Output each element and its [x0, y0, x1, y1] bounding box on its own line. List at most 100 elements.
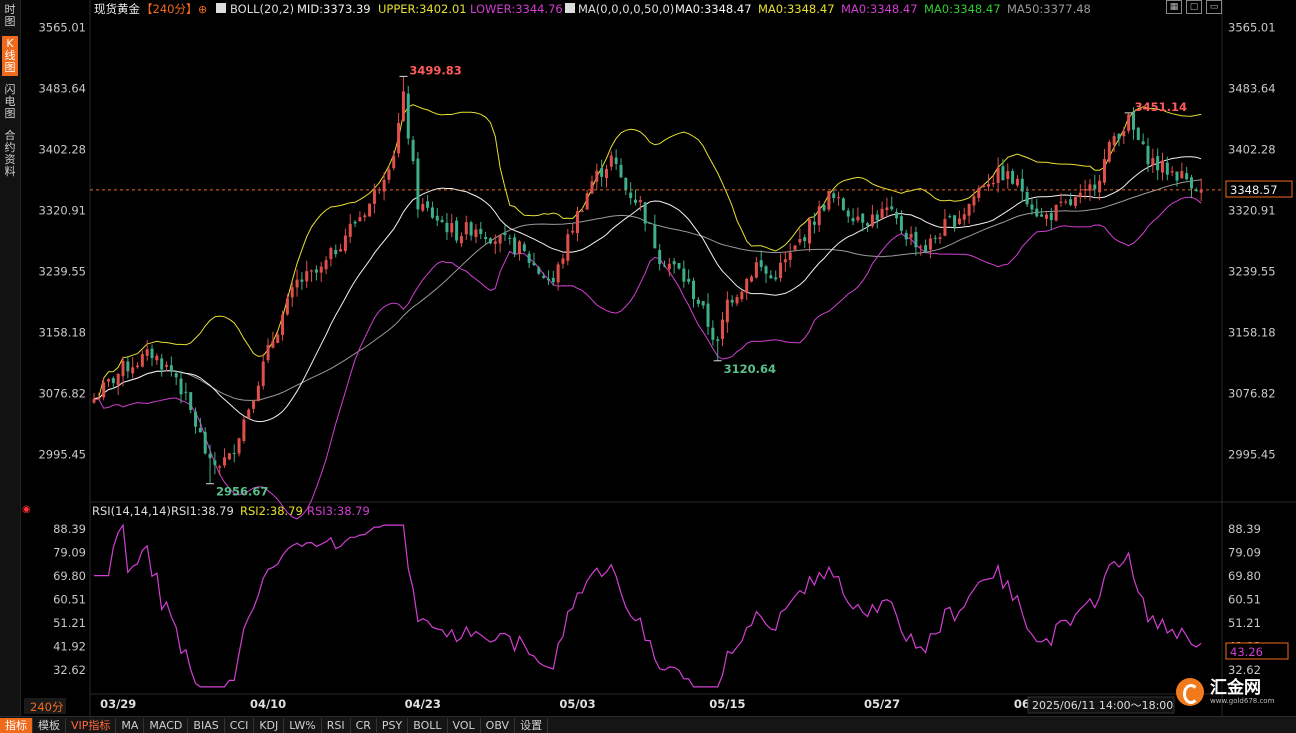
boll-mid: MID:3373.39	[297, 2, 371, 16]
date-tick: 05/03	[559, 697, 595, 711]
rsi-close-icon[interactable]: ◉	[22, 504, 31, 515]
candle-body	[295, 279, 299, 288]
candle-body	[595, 170, 599, 182]
candle-body	[213, 460, 217, 465]
candle-body	[155, 355, 159, 361]
indicator-tab-14[interactable]: OBV	[481, 717, 516, 733]
candle-body	[218, 466, 222, 468]
candle-body	[779, 262, 783, 279]
timestamp-label: 2025/06/11 14:00～18:00	[1032, 699, 1173, 712]
candle-body	[624, 177, 628, 190]
candle-body	[904, 232, 908, 240]
candle-body	[324, 260, 328, 270]
candle-body	[580, 210, 584, 212]
candle-body	[851, 218, 855, 222]
indicator-tab-4[interactable]: MACD	[144, 717, 189, 733]
layout-icon[interactable]: ▢	[1186, 0, 1202, 14]
window-icon[interactable]: ▭	[1206, 0, 1222, 14]
candle-body	[1064, 201, 1068, 203]
candle-body	[377, 189, 381, 191]
indicator-tab-3[interactable]: MA	[116, 717, 145, 733]
indicator-tab-10[interactable]: CR	[351, 717, 377, 733]
indicator-tab-13[interactable]: VOL	[448, 717, 481, 733]
rsi-tick-left: 88.39	[53, 522, 86, 536]
candle-body	[817, 206, 821, 225]
candle-body	[1117, 133, 1121, 140]
indicator-tab-1[interactable]: 模板	[33, 717, 66, 733]
candle-body	[1098, 180, 1102, 193]
ma-value-4: MA0:3348.47	[924, 2, 1001, 16]
candle-body	[1102, 159, 1106, 183]
indicator-tab-2[interactable]: VIP指标	[66, 717, 117, 733]
price-tick-right: 3565.01	[1228, 20, 1276, 34]
ma-value-2: MA0:3348.47	[758, 2, 835, 16]
indicator-tab-5[interactable]: BIAS	[188, 717, 225, 733]
candle-body	[1141, 141, 1145, 145]
candle-body	[841, 198, 845, 210]
rsi-tick-left: 41.92	[53, 640, 86, 654]
candle-body	[440, 219, 444, 223]
candle-body	[986, 184, 990, 187]
candle-body	[1146, 146, 1150, 165]
boll-lower-line	[93, 196, 1202, 520]
rsi-current-label: 43.26	[1230, 645, 1263, 659]
candle-body	[314, 269, 318, 273]
candle-body	[382, 179, 386, 192]
brand-icon	[1176, 678, 1204, 706]
extreme-label: 3120.64	[724, 362, 776, 376]
settings-circle-icon[interactable]: ⊕	[198, 3, 207, 16]
indicator-tab-9[interactable]: RSI	[322, 717, 351, 733]
grid-icon[interactable]: ▦	[1166, 0, 1182, 14]
rsi1-value: RSI1:38.79	[171, 504, 234, 518]
indicator-tab-7[interactable]: KDJ	[254, 717, 285, 733]
candle-body	[677, 263, 681, 269]
ma50-value: MA50:3377.48	[1007, 2, 1091, 16]
candle-body	[252, 400, 256, 409]
indicator-tab-0[interactable]: 指标	[0, 717, 33, 733]
rsi-tick-right: 69.80	[1228, 569, 1261, 583]
candle-body	[353, 221, 357, 224]
candle-body	[866, 223, 870, 226]
indicator-tab-11[interactable]: PSY	[377, 717, 409, 733]
candle-body	[537, 267, 541, 274]
date-tick: 04/23	[405, 697, 441, 711]
candle-body	[774, 277, 778, 280]
current-price-label: 3348.57	[1230, 183, 1278, 197]
indicator-tab-12[interactable]: BOLL	[408, 717, 448, 733]
candle-body	[1156, 156, 1160, 171]
candle-body	[575, 211, 579, 234]
candle-body	[411, 139, 415, 162]
candle-body	[1040, 214, 1044, 217]
candle-body	[387, 169, 391, 180]
candle-body	[416, 158, 420, 210]
period-badge[interactable]: 240分	[30, 700, 64, 714]
candle-body	[1160, 160, 1164, 173]
candle-body	[1112, 136, 1116, 145]
candle-body	[107, 379, 111, 382]
indicator-tab-8[interactable]: LW%	[284, 717, 322, 733]
candle-body	[750, 276, 754, 282]
price-tick-left: 3158.18	[38, 326, 86, 340]
candle-body	[856, 216, 860, 221]
candle-body	[653, 225, 657, 249]
price-tick-left: 3076.82	[38, 387, 86, 401]
candle-body	[870, 214, 874, 227]
candle-body	[837, 197, 841, 199]
candle-body	[372, 189, 376, 204]
candle-body	[406, 93, 410, 139]
candle-body	[97, 397, 101, 400]
period-label[interactable]: 【240分】	[141, 2, 197, 16]
candle-body	[160, 358, 164, 370]
price-tick-right: 3076.82	[1228, 387, 1276, 401]
extreme-label: 3451.14	[1135, 100, 1187, 114]
indicator-tab-15[interactable]: 设置	[515, 717, 549, 733]
price-tick-left: 3565.01	[38, 20, 86, 34]
candle-body	[1001, 166, 1005, 181]
candle-body	[783, 259, 787, 263]
indicator-tab-6[interactable]: CCI	[225, 717, 255, 733]
candle-body	[1170, 171, 1174, 173]
candle-body	[546, 278, 550, 281]
candle-body	[445, 222, 449, 233]
candle-body	[1127, 114, 1131, 131]
candle-body	[875, 214, 879, 221]
